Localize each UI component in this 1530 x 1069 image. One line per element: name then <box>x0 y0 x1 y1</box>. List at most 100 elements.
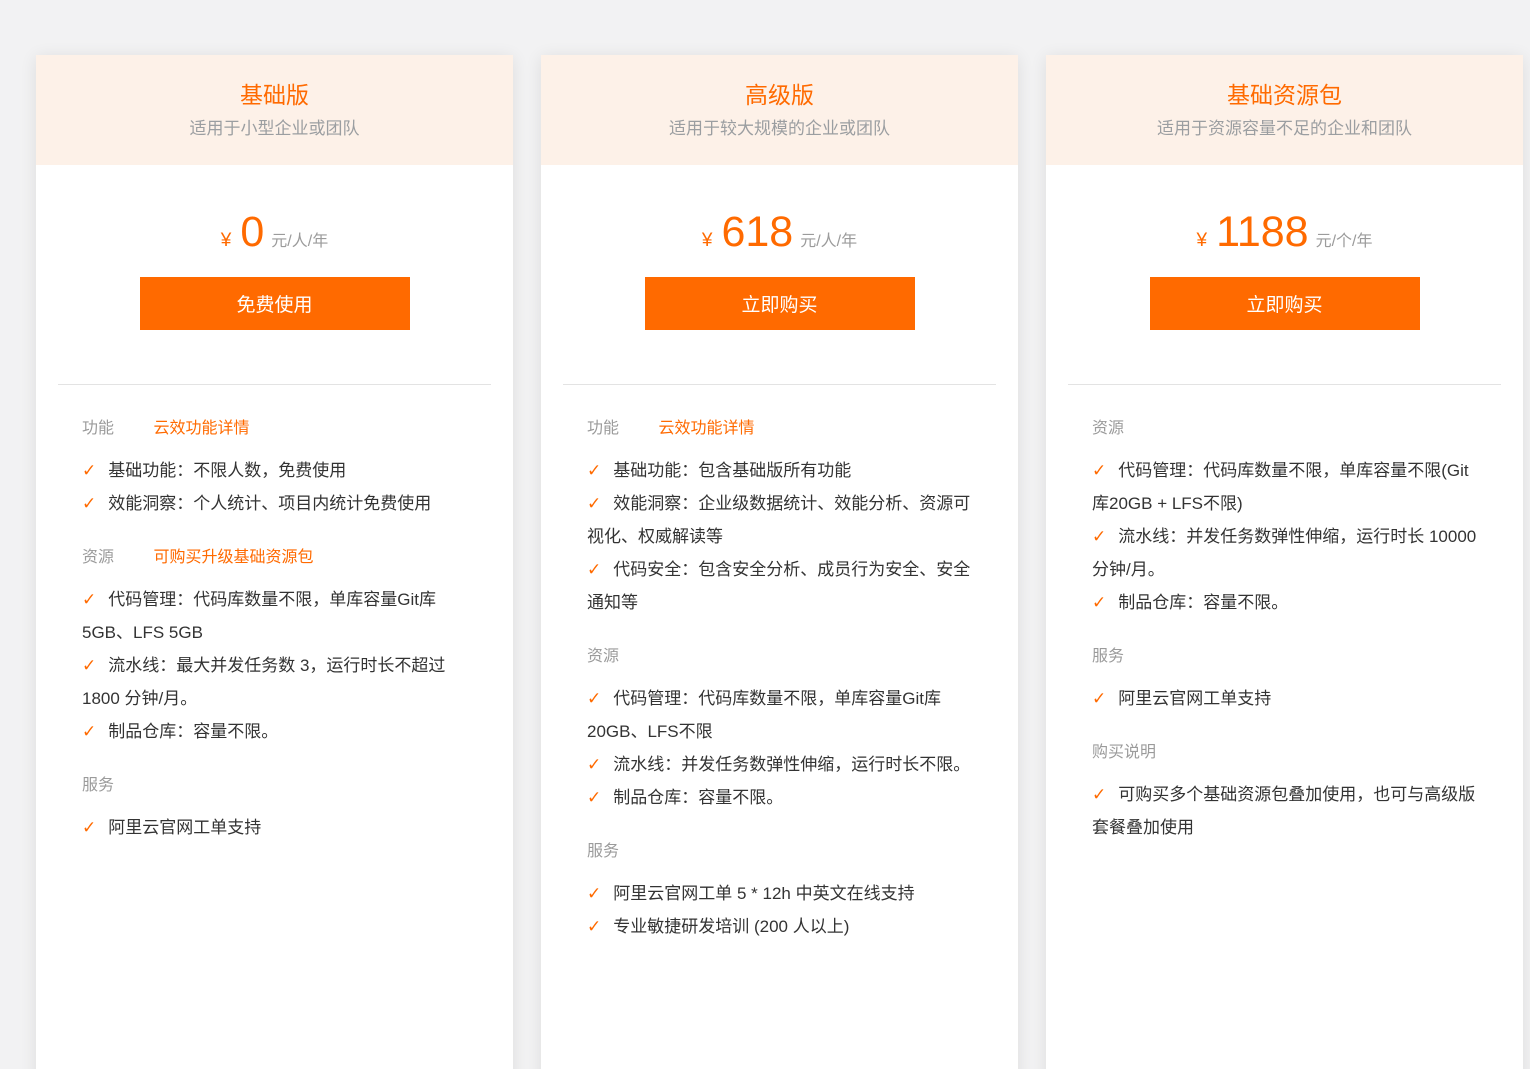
check-icon: ✓ <box>82 656 97 675</box>
section-label: 购买说明 <box>1092 744 1157 761</box>
feature-section: 购买说明 ✓ 可购买多个基础资源包叠加使用，也可与高级版套餐叠加使用 <box>1092 742 1477 844</box>
feature-text: 效能洞察：企业级数据统计、效能分析、资源可视化、权威解读等 <box>587 494 971 546</box>
feature-item: ✓ 代码管理：代码库数量不限，单库容量Git库20GB、LFS不限 <box>587 682 972 748</box>
section-label: 资源 <box>587 648 620 665</box>
feature-text: 流水线：最大并发任务数 3，运行时长不超过 1800 分钟/月。 <box>82 656 446 708</box>
card-header: 基础资源包 适用于资源容量不足的企业和团队 <box>1046 55 1523 165</box>
plan-subtitle: 适用于资源容量不足的企业和团队 <box>1157 119 1412 139</box>
cta-button[interactable]: 立即购买 <box>644 277 915 330</box>
feature-list: ✓ 阿里云官网工单支持 <box>82 811 467 844</box>
feature-text: 代码管理：代码库数量不限，单库容量Git库20GB、LFS不限 <box>587 689 941 741</box>
section-label: 功能 <box>82 420 115 437</box>
feature-list: ✓ 代码管理：代码库数量不限，单库容量不限(Git库20GB + LFS不限) ✓… <box>1092 454 1477 619</box>
section-label: 功能 <box>587 420 620 437</box>
feature-text: 代码管理：代码库数量不限，单库容量不限(Git库20GB + LFS不限) <box>1092 461 1469 513</box>
feature-text: 代码管理：代码库数量不限，单库容量Git库5GB、LFS 5GB <box>82 590 436 642</box>
section-label: 服务 <box>587 843 620 860</box>
pricing-cards: 基础版 适用于小型企业或团队 ¥ 0 元/人/年 免费使用 功能 云效功能详情 … <box>0 0 1530 1069</box>
card-sections: 功能 云效功能详情 ✓ 基础功能：不限人数，免费使用 ✓ 效能洞察：个人统计、项目内… <box>82 418 467 844</box>
section-head: 资源 <box>1092 418 1477 440</box>
check-icon: ✓ <box>587 788 602 807</box>
feature-list: ✓ 阿里云官网工单 5 * 12h 中英文在线支持 ✓ 专业敏捷研发培训 (200 … <box>587 877 972 943</box>
section-label: 资源 <box>1092 420 1125 437</box>
plan-title: 基础版 <box>240 81 309 108</box>
feature-section: 功能 云效功能详情 ✓ 基础功能：包含基础版所有功能 ✓ 效能洞察：企业级数据统计、… <box>587 418 972 619</box>
check-icon: ✓ <box>1092 785 1107 804</box>
feature-list: ✓ 阿里云官网工单支持 <box>1092 682 1477 715</box>
feature-text: 代码安全：包含安全分析、成员行为安全、安全通知等 <box>587 560 971 612</box>
section-label: 服务 <box>1092 648 1125 665</box>
feature-item: ✓ 代码管理：代码库数量不限，单库容量Git库5GB、LFS 5GB <box>82 583 467 649</box>
divider <box>563 384 996 385</box>
feature-item: ✓ 阿里云官网工单 5 * 12h 中英文在线支持 <box>587 877 972 910</box>
card-body: ¥ 618 元/人/年 立即购买 功能 云效功能详情 ✓ 基础功能：包含基础版所有… <box>541 211 1018 943</box>
cta-button[interactable]: 免费使用 <box>139 277 410 330</box>
currency-symbol: ¥ <box>701 230 713 251</box>
section-link[interactable]: 云效功能详情 <box>658 420 754 437</box>
check-icon: ✓ <box>587 689 602 708</box>
card-body: ¥ 1188 元/个/年 立即购买 资源 ✓ 代码管理：代码库数量不限，单库容量不… <box>1046 211 1523 844</box>
feature-text: 阿里云官网工单 5 * 12h 中英文在线支持 <box>613 884 915 903</box>
feature-section: 资源 ✓ 代码管理：代码库数量不限，单库容量不限(Git库20GB + LFS不限… <box>1092 418 1477 619</box>
feature-item: ✓ 流水线：并发任务数弹性伸缩，运行时长 10000 分钟/月。 <box>1092 520 1477 586</box>
feature-item: ✓ 阿里云官网工单支持 <box>1092 682 1477 715</box>
feature-section: 功能 云效功能详情 ✓ 基础功能：不限人数，免费使用 ✓ 效能洞察：个人统计、项目内… <box>82 418 467 520</box>
price-value: 618 <box>721 208 794 256</box>
section-head: 服务 <box>587 841 972 863</box>
section-link[interactable]: 可购买升级基础资源包 <box>153 549 313 566</box>
check-icon: ✓ <box>1092 593 1107 612</box>
plan-subtitle: 适用于较大规模的企业或团队 <box>669 119 890 139</box>
section-head: 资源 可购买升级基础资源包 <box>82 547 467 569</box>
feature-list: ✓ 代码管理：代码库数量不限，单库容量Git库5GB、LFS 5GB ✓ 流水线：最… <box>82 583 467 748</box>
card-header: 基础版 适用于小型企业或团队 <box>36 55 513 165</box>
check-icon: ✓ <box>587 560 602 579</box>
feature-section: 资源 可购买升级基础资源包 ✓ 代码管理：代码库数量不限，单库容量Git库5GB、… <box>82 547 467 748</box>
feature-item: ✓ 流水线：并发任务数弹性伸缩，运行时长不限。 <box>587 748 972 781</box>
check-icon: ✓ <box>82 818 97 837</box>
section-head: 服务 <box>1092 646 1477 668</box>
feature-text: 效能洞察：个人统计、项目内统计免费使用 <box>108 494 432 513</box>
price-value: 0 <box>240 208 265 256</box>
feature-item: ✓ 代码安全：包含安全分析、成员行为安全、安全通知等 <box>587 553 972 619</box>
feature-text: 可购买多个基础资源包叠加使用，也可与高级版套餐叠加使用 <box>1092 785 1476 837</box>
currency-symbol: ¥ <box>220 230 232 251</box>
check-icon: ✓ <box>82 494 97 513</box>
feature-item: ✓ 流水线：最大并发任务数 3，运行时长不超过 1800 分钟/月。 <box>82 649 467 715</box>
section-head: 功能 云效功能详情 <box>82 418 467 440</box>
pricing-card: 基础资源包 适用于资源容量不足的企业和团队 ¥ 1188 元/个/年 立即购买 … <box>1046 55 1523 1069</box>
price-row: ¥ 0 元/人/年 <box>82 211 467 254</box>
pricing-card: 高级版 适用于较大规模的企业或团队 ¥ 618 元/人/年 立即购买 功能 云效… <box>541 55 1018 1069</box>
cta-button[interactable]: 立即购买 <box>1149 277 1420 330</box>
plan-title: 基础资源包 <box>1227 81 1342 108</box>
feature-section: 服务 ✓ 阿里云官网工单支持 <box>82 775 467 844</box>
divider <box>58 384 491 385</box>
feature-text: 流水线：并发任务数弹性伸缩，运行时长 10000 分钟/月。 <box>1092 527 1477 579</box>
check-icon: ✓ <box>587 884 602 903</box>
feature-text: 基础功能：包含基础版所有功能 <box>613 461 852 480</box>
section-head: 功能 云效功能详情 <box>587 418 972 440</box>
check-icon: ✓ <box>82 590 97 609</box>
feature-item: ✓ 可购买多个基础资源包叠加使用，也可与高级版套餐叠加使用 <box>1092 778 1477 844</box>
plan-subtitle: 适用于小型企业或团队 <box>189 119 360 139</box>
feature-item: ✓ 基础功能：不限人数，免费使用 <box>82 454 467 487</box>
feature-text: 基础功能：不限人数，免费使用 <box>108 461 347 480</box>
feature-text: 流水线：并发任务数弹性伸缩，运行时长不限。 <box>613 755 971 774</box>
feature-item: ✓ 制品仓库：容量不限。 <box>82 715 467 748</box>
feature-list: ✓ 基础功能：不限人数，免费使用 ✓ 效能洞察：个人统计、项目内统计免费使用 <box>82 454 467 520</box>
feature-text: 阿里云官网工单支持 <box>108 818 262 837</box>
section-label: 服务 <box>82 777 115 794</box>
feature-item: ✓ 代码管理：代码库数量不限，单库容量不限(Git库20GB + LFS不限) <box>1092 454 1477 520</box>
feature-text: 制品仓库：容量不限。 <box>613 788 784 807</box>
feature-section: 服务 ✓ 阿里云官网工单 5 * 12h 中英文在线支持 ✓ 专业敏捷研发培训 (2… <box>587 841 972 943</box>
section-head: 资源 <box>587 646 972 668</box>
check-icon: ✓ <box>1092 461 1107 480</box>
check-icon: ✓ <box>587 917 602 936</box>
feature-text: 阿里云官网工单支持 <box>1118 689 1272 708</box>
feature-item: ✓ 专业敏捷研发培训 (200 人以上) <box>587 910 972 943</box>
check-icon: ✓ <box>82 722 97 741</box>
feature-section: 资源 ✓ 代码管理：代码库数量不限，单库容量Git库20GB、LFS不限 ✓ 流水线… <box>587 646 972 814</box>
check-icon: ✓ <box>1092 527 1107 546</box>
card-body: ¥ 0 元/人/年 免费使用 功能 云效功能详情 ✓ 基础功能：不限人数，免费使用… <box>36 211 513 844</box>
check-icon: ✓ <box>1092 689 1107 708</box>
section-link[interactable]: 云效功能详情 <box>153 420 249 437</box>
